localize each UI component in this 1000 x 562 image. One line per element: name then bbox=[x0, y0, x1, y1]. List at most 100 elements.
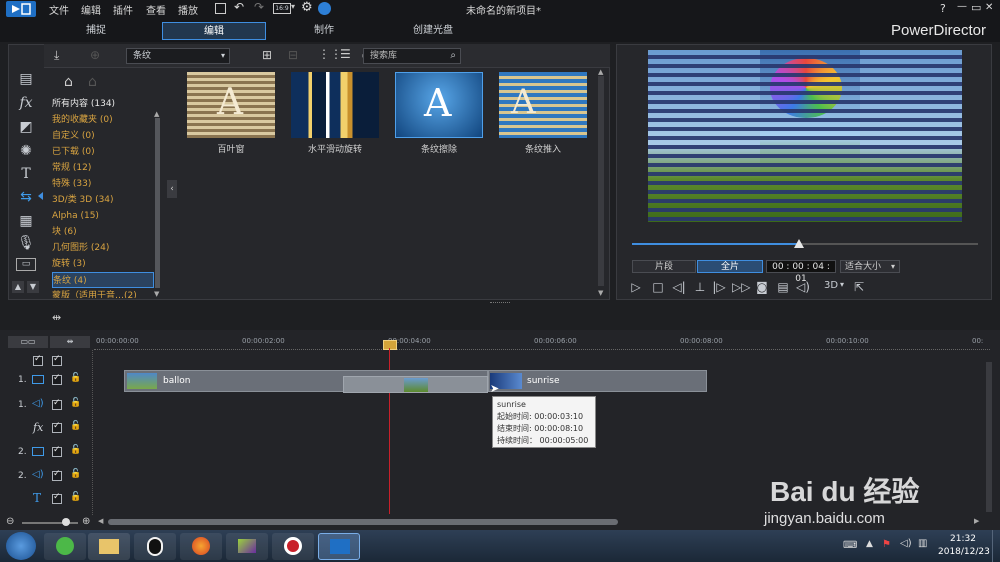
taskbar-app-qq[interactable] bbox=[134, 533, 176, 560]
add-favorite-icon[interactable]: ⌂ bbox=[64, 74, 73, 90]
gear-icon[interactable]: ⚙ bbox=[301, 0, 313, 15]
category-item[interactable]: 自定义 (0) bbox=[52, 128, 154, 144]
transition-room-icon[interactable]: ⇆ bbox=[16, 188, 36, 206]
list-view-icon[interactable]: ☰ bbox=[340, 47, 351, 61]
preview-seek-handle[interactable] bbox=[794, 239, 804, 248]
menu-edit[interactable]: 编辑 bbox=[81, 2, 101, 17]
start-button[interactable] bbox=[6, 532, 36, 560]
snapshot-icon[interactable]: ◙ bbox=[754, 280, 770, 294]
track-enable-checkbox[interactable] bbox=[52, 398, 62, 410]
split-icon[interactable]: ⊥ bbox=[692, 280, 708, 294]
library-scrollbar[interactable] bbox=[598, 76, 604, 286]
taskbar-app-recorder[interactable] bbox=[272, 533, 314, 560]
category-item[interactable]: 我的收藏夹 (0) bbox=[52, 112, 154, 128]
tab-edit[interactable]: 编辑 bbox=[162, 22, 266, 40]
tab-produce[interactable]: 制作 bbox=[294, 22, 354, 40]
volume-tray-icon[interactable]: ◁) bbox=[900, 538, 912, 549]
close-button[interactable]: ✕ bbox=[985, 2, 993, 13]
video-clip-sunrise[interactable]: sunrise bbox=[488, 370, 707, 392]
show-desktop-button[interactable] bbox=[992, 530, 1000, 562]
scroll-right-icon[interactable]: ▶ bbox=[974, 517, 979, 525]
redo-icon[interactable]: ↷ bbox=[254, 0, 264, 14]
taskbar-app-browser[interactable] bbox=[44, 533, 86, 560]
scroll-down-icon[interactable]: ▼ bbox=[598, 289, 603, 297]
help-button[interactable]: ? bbox=[940, 2, 946, 15]
title-room-icon[interactable]: T bbox=[16, 165, 36, 183]
scroll-up-icon[interactable]: ▲ bbox=[154, 110, 159, 118]
maximize-button[interactable]: ▭ bbox=[965, 1, 981, 14]
category-item[interactable]: Alpha (15) bbox=[52, 208, 154, 224]
next-frame-icon[interactable]: |▷ bbox=[711, 280, 727, 294]
save-icon[interactable] bbox=[215, 3, 226, 14]
category-item[interactable]: 块 (6) bbox=[52, 224, 154, 240]
grid-view-icon[interactable]: ⋮⋮ bbox=[318, 47, 342, 61]
import-media-icon[interactable]: ⤓ bbox=[54, 48, 59, 63]
add-to-timeline-icon[interactable]: ⊞ bbox=[262, 48, 272, 62]
account-icon[interactable] bbox=[318, 2, 331, 15]
lock-icon[interactable]: 🔓 bbox=[70, 421, 81, 431]
search-input[interactable]: 搜索库 ⌕ bbox=[363, 48, 461, 64]
zoom-slider-handle[interactable] bbox=[62, 518, 70, 526]
category-item[interactable]: 特殊 (33) bbox=[52, 176, 154, 192]
timeline-horizontal-scrollbar[interactable] bbox=[108, 519, 618, 525]
voice-over-room-icon[interactable]: 🎙 bbox=[16, 234, 36, 252]
transition-thumb-stripe-wipe[interactable]: A bbox=[395, 72, 483, 138]
track-enable-checkbox[interactable] bbox=[52, 421, 62, 433]
category-item[interactable]: 几何图形 (24) bbox=[52, 240, 154, 256]
lock-icon[interactable]: 🔓 bbox=[70, 492, 81, 502]
zoom-in-icon[interactable]: ⊕ bbox=[82, 516, 90, 527]
scroll-up-icon[interactable]: ▲ bbox=[12, 281, 24, 293]
zoom-out-icon[interactable]: ⊖ bbox=[6, 516, 14, 527]
scroll-down-icon[interactable]: ▼ bbox=[154, 290, 159, 298]
all-tracks-toggle[interactable] bbox=[33, 354, 43, 366]
chapter-room-icon[interactable]: ▭ bbox=[16, 258, 36, 271]
category-scrollbar[interactable] bbox=[155, 118, 160, 288]
tray-expand-icon[interactable]: ▲ bbox=[866, 539, 873, 549]
particle-room-icon[interactable]: ✺ bbox=[16, 142, 36, 160]
taskbar-app-explorer[interactable] bbox=[88, 533, 130, 560]
menu-plugins[interactable]: 插件 bbox=[113, 2, 133, 17]
play-icon[interactable]: ▷ bbox=[628, 280, 644, 294]
category-item[interactable]: 旋转 (3) bbox=[52, 256, 154, 272]
search-icon[interactable]: ⌕ bbox=[450, 49, 456, 63]
fit-timeline-icon[interactable]: ⇹ bbox=[52, 311, 61, 324]
scroll-up-icon[interactable]: ▲ bbox=[598, 68, 603, 76]
zoom-select[interactable]: 适合大小 ▾ bbox=[840, 260, 900, 273]
fast-forward-icon[interactable]: ▷▷ bbox=[732, 280, 750, 294]
lock-icon[interactable]: 🔓 bbox=[70, 469, 81, 479]
clip-mode-button[interactable]: 片段 bbox=[632, 260, 696, 273]
taskbar-app-powerdirector[interactable] bbox=[318, 533, 360, 560]
undock-icon[interactable]: ⇱ bbox=[851, 280, 867, 294]
category-item[interactable]: 3D/类 3D (34) bbox=[52, 192, 154, 208]
track-enable-checkbox[interactable] bbox=[52, 373, 62, 385]
chevron-down-icon[interactable]: ▾ bbox=[291, 2, 295, 11]
transition-thumb-horizontal-slide-rotate[interactable] bbox=[291, 72, 379, 138]
transition-thumb-stripe-push[interactable]: A bbox=[499, 72, 587, 138]
transition-thumb-blinds[interactable]: A bbox=[187, 72, 275, 138]
timeline-vertical-scrollbar[interactable] bbox=[986, 362, 992, 512]
category-item[interactable]: 蒙版（适用于音…(2) bbox=[52, 288, 154, 298]
category-item[interactable]: 所有内容 (134) bbox=[52, 96, 154, 112]
category-item[interactable]: 常规 (12) bbox=[52, 160, 154, 176]
menu-file[interactable]: 文件 bbox=[49, 2, 69, 17]
tab-create-disc[interactable]: 创建光盘 bbox=[400, 22, 466, 40]
menu-play[interactable]: 播放 bbox=[178, 2, 198, 17]
scroll-left-icon[interactable]: ◀ bbox=[98, 517, 103, 525]
collapse-panel-button[interactable]: ‹ bbox=[167, 180, 177, 198]
category-item-selected[interactable]: 条纹 (4) bbox=[52, 272, 154, 288]
lock-icon[interactable]: 🔓 bbox=[70, 445, 81, 455]
menu-view[interactable]: 查看 bbox=[146, 2, 166, 17]
clock-date[interactable]: 2018/12/23 bbox=[938, 547, 990, 557]
panel-resize-handle[interactable] bbox=[490, 302, 510, 305]
pip-room-icon[interactable]: ◩ bbox=[16, 118, 36, 136]
movie-mode-button[interactable]: 全片 bbox=[697, 260, 763, 273]
previous-frame-icon[interactable]: ◁| bbox=[671, 280, 687, 294]
audio-mixing-room-icon[interactable]: ▦ bbox=[16, 212, 36, 230]
network-icon[interactable]: ▥ bbox=[918, 538, 927, 549]
keyboard-icon[interactable]: ⌨ bbox=[843, 540, 857, 551]
track-enable-checkbox[interactable] bbox=[52, 445, 62, 457]
playhead-marker[interactable] bbox=[383, 340, 397, 350]
taskbar-app-firefox[interactable] bbox=[180, 533, 222, 560]
undo-icon[interactable]: ↶ bbox=[234, 0, 244, 14]
storyboard-view-button[interactable]: ⇹ bbox=[50, 336, 90, 348]
